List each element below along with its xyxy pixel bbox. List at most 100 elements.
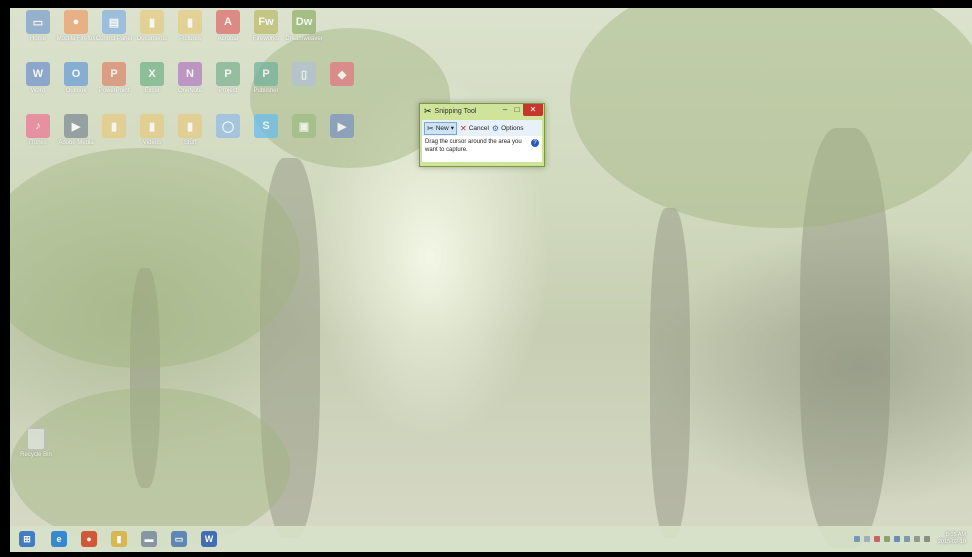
desktop-icon-label: Outlook [65, 88, 87, 94]
foliage [570, 8, 972, 228]
desktop-icon[interactable]: Dw Dreamweaver [282, 10, 326, 54]
desktop-icon-label: iTunes [29, 140, 47, 146]
word-icon: W [201, 531, 217, 547]
tray-icon[interactable] [883, 536, 890, 542]
desktop-icon-label: Adobe Media [58, 140, 94, 146]
cancel-label: Cancel [468, 124, 489, 132]
media-icon: ▶ [64, 114, 88, 138]
network-icon[interactable] [853, 536, 860, 542]
desktop-icon-label: Control Panel [95, 36, 133, 42]
system-tray: 8:05 AM 2015-02-10 [853, 526, 966, 552]
options-button[interactable]: ⚙ Options [492, 124, 524, 133]
taskbar-button[interactable]: W [194, 526, 224, 552]
desktop-icon-label: Word [30, 88, 46, 94]
folder-icon: ▮ [178, 114, 202, 138]
folder-icon: ▮ [102, 114, 126, 138]
taskbar: ⊞ e ● ▮ ▬ ▭ W 8:05 AM 2015-02-10 [10, 526, 972, 552]
flag-icon[interactable] [913, 536, 920, 542]
new-snip-icon: ✂ [427, 123, 434, 133]
powerpoint-icon: P [102, 62, 126, 86]
tray-icon[interactable] [903, 536, 910, 542]
foliage [10, 148, 300, 368]
outlook-icon: O [64, 62, 88, 86]
recycle-bin-label: Recycle Bin [20, 452, 52, 458]
desktop-icon-label: Videos [142, 140, 162, 146]
gear-icon: ⚙ [491, 123, 500, 133]
scissors-icon: ✂ [424, 105, 432, 116]
desktop: ▭ Home ● Mozilla Firefox ▤ Control Panel ▮ Docu… [10, 8, 972, 552]
tree-trunk [650, 208, 690, 538]
desktop-icon-label: Fireworks [252, 36, 279, 42]
taskbar-button[interactable]: ● [74, 526, 104, 552]
window-title: Snipping Tool [434, 107, 477, 115]
new-button[interactable]: ✂ New ▾ [424, 121, 457, 135]
document-icon: ▯ [292, 62, 316, 86]
maximize-button[interactable]: □ [511, 104, 523, 116]
recycle-bin[interactable]: Recycle Bin [16, 428, 56, 458]
photo-icon: ▣ [292, 114, 316, 138]
skype-icon: S [254, 114, 278, 138]
options-label: Options [501, 124, 524, 132]
desktop-icon-label: Documents [136, 36, 168, 42]
clock-date: 2015-02-10 [937, 539, 966, 545]
project-icon: P [216, 62, 240, 86]
computer-icon: ▭ [26, 10, 50, 34]
help-icon[interactable]: ? [531, 139, 539, 147]
folder-icon: ▮ [178, 10, 202, 34]
snipping-tool-window[interactable]: ✂ Snipping Tool – □ ✕ ✂ New ▾ ✕ Cancel ⚙… [419, 103, 545, 167]
desktop-icon-label: Project [218, 88, 238, 94]
recycle-bin-icon [27, 428, 45, 450]
ie-icon: e [51, 531, 67, 547]
chevron-down-icon[interactable]: ▾ [451, 124, 454, 132]
clock[interactable]: 8:05 AM 2015-02-10 [938, 532, 966, 546]
new-label: New [435, 124, 449, 132]
desktop-icon-label: PowerPoint [98, 88, 130, 94]
app-icon: ▬ [141, 531, 157, 547]
taskbar-button[interactable]: ⊞ [10, 526, 44, 552]
word-icon: W [26, 62, 50, 86]
publisher-icon: P [254, 62, 278, 86]
desktop-icon-label: Home [29, 36, 46, 42]
desktop-icon-label: OneNote [177, 88, 202, 94]
desktop-icon-label: Dreamweaver [285, 36, 323, 42]
title-bar[interactable]: ✂ Snipping Tool – □ ✕ [420, 104, 544, 118]
volume-icon[interactable] [923, 536, 930, 542]
cancel-button[interactable]: ✕ Cancel [460, 124, 489, 133]
chrome-icon: ● [81, 531, 97, 547]
chat-icon: ◯ [216, 114, 240, 138]
fireworks-icon: Fw [254, 10, 278, 34]
itunes-icon: ♪ [26, 114, 50, 138]
player-icon: ▶ [330, 114, 354, 138]
tray-icon[interactable] [873, 536, 880, 542]
tray-icon[interactable] [863, 536, 870, 542]
taskbar-items: ⊞ e ● ▮ ▬ ▭ W [10, 526, 224, 552]
desktop-icon-label: Acrobat [217, 36, 239, 42]
start-button-icon: ⊞ [19, 531, 35, 547]
folder-icon: ▮ [140, 10, 164, 34]
desktop-icon-label: Stuff [183, 140, 197, 146]
cancel-icon: ✕ [459, 123, 467, 133]
taskbar-button[interactable]: ▬ [134, 526, 164, 552]
onenote-icon: N [178, 62, 202, 86]
taskbar-button[interactable]: e [44, 526, 74, 552]
close-button[interactable]: ✕ [523, 104, 543, 116]
taskbar-button[interactable]: ▮ [104, 526, 134, 552]
excel-icon: X [140, 62, 164, 86]
desktop-icon-label: Pictures [179, 36, 201, 42]
taskbar-button[interactable]: ▭ [164, 526, 194, 552]
firefox-icon: ● [64, 10, 88, 34]
desktop-icon-label: Excel [144, 88, 160, 94]
tray-icon[interactable] [893, 536, 900, 542]
instruction-text: Drag the cursor around the area you want… [425, 139, 522, 153]
explorer-icon: ▮ [111, 531, 127, 547]
foliage [10, 388, 290, 548]
app-icon: ◆ [330, 62, 354, 86]
folder-icon: ▮ [140, 114, 164, 138]
clock-time: 8:05 AM [945, 532, 966, 538]
minimize-button[interactable]: – [499, 104, 511, 116]
toolbar: ✂ New ▾ ✕ Cancel ⚙ Options [422, 120, 542, 136]
acrobat-icon: A [216, 10, 240, 34]
desktop-icon[interactable]: ▶ [320, 114, 364, 158]
desktop-icon[interactable]: ◆ [320, 62, 364, 106]
desktop-icons: ▭ Home ● Mozilla Firefox ▤ Control Panel ▮ Docu… [10, 8, 370, 168]
